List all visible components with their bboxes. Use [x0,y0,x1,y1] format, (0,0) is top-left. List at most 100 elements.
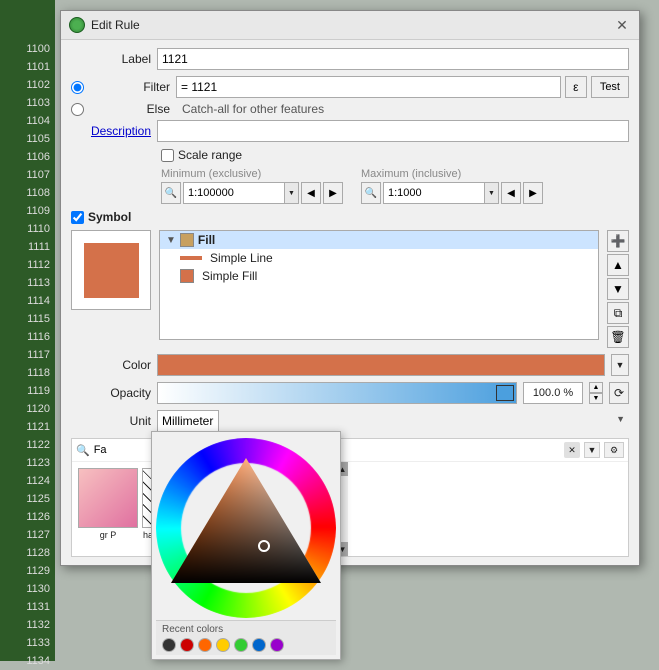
min-scale-wrap: Minimum (exclusive) 🔍 ▼ ◀ ▶ [161,168,343,204]
fill-search-options[interactable]: ⚙ [604,442,624,458]
min-scale-zoom-btn[interactable]: 🔍 [161,182,181,204]
qgis-icon [69,17,85,33]
min-scale-nav: 🔍 [161,182,181,204]
opacity-value: 100.0 % [523,382,583,404]
unit-label: Unit [71,414,151,428]
row-num-1100: 1100 [0,40,55,58]
row-num-1129: 1129 [0,562,55,580]
pattern-item-1[interactable]: gr P [78,468,138,550]
filter-input[interactable] [176,76,561,98]
unit-select[interactable]: Millimeter Pixel Point [157,410,219,432]
min-scale-nav-next[interactable]: ▶ [323,182,343,204]
filter-radio-label: Filter [90,80,170,94]
color-picker-overlay: Recent colors [151,431,341,660]
max-scale-input-wrap: ▼ [383,182,499,204]
min-scale-nav-prev[interactable]: ◀ [301,182,321,204]
close-button[interactable]: ✕ [613,16,631,34]
scale-range-checkbox-row: Scale range [161,148,629,162]
tree-delete-btn[interactable]: 🗑 [607,326,629,348]
opacity-slider[interactable] [157,382,517,404]
row-num-1107: 1107 [0,166,55,184]
filter-radio[interactable] [71,81,84,94]
row-num-1103: 1103 [0,94,55,112]
recent-color-3[interactable] [198,638,212,652]
recent-color-4[interactable] [216,638,230,652]
symbol-label: Symbol [88,210,131,224]
pattern-label-1: gr P [100,530,117,540]
tree-item-simple-line[interactable]: Simple Line [160,249,598,267]
recent-color-6[interactable] [252,638,266,652]
row-num-1102: 1102 [0,76,55,94]
max-scale-zoom-btn[interactable]: 🔍 [361,182,381,204]
else-radio[interactable] [71,103,84,116]
row-num-1104: 1104 [0,112,55,130]
recent-color-7[interactable] [270,638,284,652]
row-num-1124: 1124 [0,472,55,490]
pattern-icon-1 [78,468,138,528]
dialog-titlebar: Edit Rule ✕ [61,11,639,40]
color-bar[interactable] [157,354,605,376]
row-num-1123: 1123 [0,454,55,472]
opacity-up-btn[interactable]: ▲ [589,382,603,393]
tree-copy-btn[interactable]: ⧉ [607,302,629,324]
titlebar-left: Edit Rule [69,17,140,33]
opacity-icon[interactable]: ⟳ [609,382,629,404]
color-dropdown-btn[interactable]: ▼ [611,354,629,376]
test-button[interactable]: Test [591,76,629,98]
min-scale-input[interactable] [184,183,284,203]
tree-down-btn[interactable]: ▼ [607,278,629,300]
recent-colors-label: Recent colors [162,624,330,635]
label-row: Label [71,48,629,70]
recent-color-2[interactable] [180,638,194,652]
row-num-1131: 1131 [0,598,55,616]
epsilon-button[interactable]: ε [565,76,587,98]
opacity-thumb [496,385,514,401]
opacity-down-btn[interactable]: ▼ [589,393,603,404]
label-input[interactable] [157,48,629,70]
max-scale-input[interactable] [384,183,484,203]
scale-section: Minimum (exclusive) 🔍 ▼ ◀ ▶ [161,168,629,204]
simple-line-icon [180,256,202,260]
simple-line-label: Simple Line [210,251,273,265]
fill-search-dropdown[interactable]: ▼ [584,442,600,458]
max-scale-nav-next[interactable]: ▶ [523,182,543,204]
color-label: Color [71,358,151,372]
tree-add-btn[interactable]: ➕ [607,230,629,252]
row-num-1133: 1133 [0,634,55,652]
tree-item-simple-fill[interactable]: Simple Fill [160,267,598,285]
recent-color-5[interactable] [234,638,248,652]
max-scale-nav-prev[interactable]: ◀ [501,182,521,204]
row-num-1127: 1127 [0,526,55,544]
max-scale-nav: 🔍 [361,182,381,204]
fill-search-clear[interactable]: ✕ [564,442,580,458]
symbol-preview [71,230,151,310]
color-wheel-triangle-svg[interactable] [156,438,336,618]
color-wheel-wrap[interactable] [156,438,336,618]
row-num-1110: 1110 [0,220,55,238]
row-num-1126: 1126 [0,508,55,526]
tree-controls: ➕ ▲ ▼ ⧉ 🗑 [607,230,629,348]
triangle-dark [171,458,321,583]
symbol-section: Symbol ▼ Fill Simple Line [71,210,629,348]
tree-item-fill[interactable]: ▼ Fill [160,231,598,249]
row-num-1122: 1122 [0,436,55,454]
description-input[interactable] [157,120,629,142]
recent-colors-section: Recent colors [156,620,336,655]
recent-colors-row [162,638,330,652]
symbol-checkbox[interactable] [71,211,84,224]
row-numbers-list: 1100 1101 1102 1103 1104 1105 1106 1107 … [0,0,55,670]
row-num-1116: 1116 [0,328,55,346]
tree-up-btn[interactable]: ▲ [607,254,629,276]
max-scale-wrap: Maximum (inclusive) 🔍 ▼ ◀ ▶ [361,168,543,204]
row-num-1106: 1106 [0,148,55,166]
recent-color-1[interactable] [162,638,176,652]
max-scale-arrow[interactable]: ▼ [484,183,498,203]
min-scale-arrow[interactable]: ▼ [284,183,298,203]
row-num-1101: 1101 [0,58,55,76]
description-label[interactable]: Description [71,124,151,138]
scale-range-checkbox[interactable] [161,149,174,162]
row-num-1113: 1113 [0,274,55,292]
min-scale-input-wrap: ▼ [183,182,299,204]
min-scale-input-row: 🔍 ▼ ◀ ▶ [161,182,343,204]
scale-range-label: Scale range [178,148,242,162]
